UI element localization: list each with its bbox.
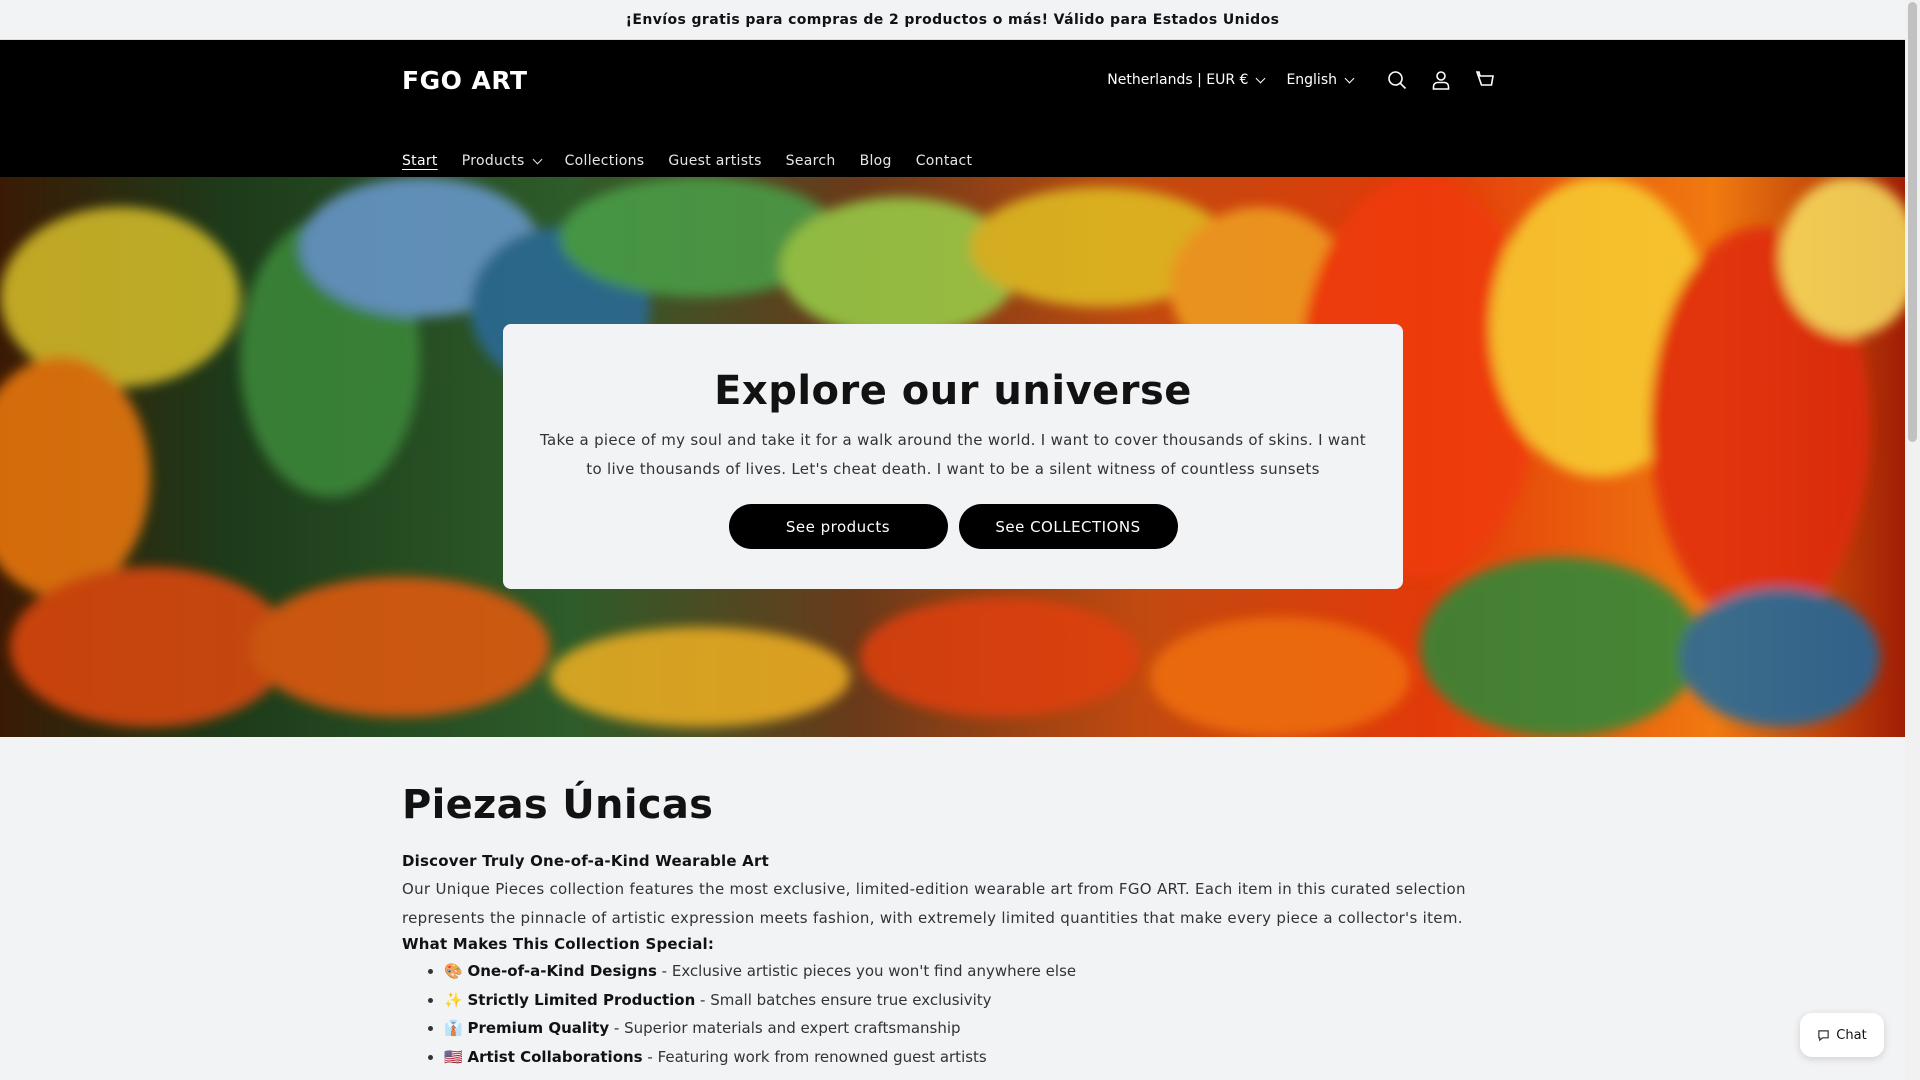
- hero-text: Take a piece of my soul and take it for …: [540, 431, 1366, 478]
- list-item: 🎨 One-of-a-Kind Designs - Exclusive arti…: [444, 957, 1502, 986]
- announcement-text: ¡Envíos gratis para compras de 2 product…: [625, 11, 1280, 28]
- us-flag-emoji-icon: 🇺🇸: [444, 1047, 463, 1066]
- announcement-bar: ¡Envíos gratis para compras de 2 product…: [0, 0, 1905, 40]
- scrollbar-thumb[interactable]: [1908, 2, 1917, 442]
- language-label: English: [1286, 72, 1337, 88]
- language-selector[interactable]: English: [1286, 72, 1355, 88]
- special-heading: What Makes This Collection Special:: [402, 935, 715, 953]
- see-products-button[interactable]: See products: [728, 504, 948, 549]
- hero-card: Explore our universe Take a piece of my …: [503, 324, 1403, 589]
- nav-item-label: Products: [461, 153, 525, 169]
- page-scrollbar[interactable]: [1905, 0, 1920, 1080]
- page: ¡Envíos gratis para compras de 2 product…: [0, 0, 1905, 1080]
- list-item: ✨ Strictly Limited Production - Small ba…: [444, 986, 1502, 1015]
- chevron-down-icon: [1344, 73, 1355, 83]
- hero-buttons: See products See COLLECTIONS: [503, 504, 1403, 549]
- nav-item-products[interactable]: Products: [461, 153, 543, 169]
- nav-item-collections[interactable]: Collections: [565, 153, 645, 169]
- palette-emoji-icon: 🎨: [444, 962, 463, 980]
- main-nav: Start Products Collections Guest artists…: [402, 153, 996, 169]
- nav-item-start[interactable]: Start: [402, 153, 438, 169]
- shirt-emoji-icon: 👔: [444, 1019, 463, 1037]
- unique-pieces-section: Piezas Únicas Discover Truly One-of-a-Ki…: [402, 782, 1502, 1071]
- feature-title: Artist Collaborations: [467, 1047, 643, 1066]
- feature-title: One-of-a-Kind Designs: [467, 962, 657, 980]
- hero-banner: Explore our universe Take a piece of my …: [0, 177, 1905, 737]
- chat-button[interactable]: Chat: [1800, 1013, 1884, 1057]
- chat-bubble-icon: [1818, 1029, 1830, 1041]
- nav-item-contact[interactable]: Contact: [916, 153, 973, 169]
- feature-desc: - Small batches ensure true exclusivity: [695, 990, 992, 1009]
- feature-desc: - Superior materials and expert craftsma…: [609, 1019, 961, 1037]
- sparkles-emoji-icon: ✨: [444, 990, 463, 1009]
- cart-icon[interactable]: [1463, 58, 1507, 102]
- country-label: Netherlands | EUR €: [1107, 72, 1249, 88]
- feature-list: 🎨 One-of-a-Kind Designs - Exclusive arti…: [402, 957, 1502, 1071]
- nav-item-guest-artists[interactable]: Guest artists: [668, 153, 761, 169]
- country-selector[interactable]: Netherlands | EUR €: [1107, 72, 1266, 88]
- list-item: 👔 Premium Quality - Superior materials a…: [444, 1014, 1502, 1043]
- feature-title: Premium Quality: [467, 1019, 610, 1037]
- list-item: 🇺🇸 Artist Collaborations - Featuring wor…: [444, 1043, 1502, 1072]
- header-utilities: Netherlands | EUR € English: [1107, 58, 1507, 102]
- logo[interactable]: FGO ART: [402, 66, 528, 95]
- hero-title: Explore our universe: [714, 368, 1192, 414]
- chevron-down-icon: [1255, 73, 1266, 83]
- section-subheading: Discover Truly One-of-a-Kind Wearable Ar…: [402, 852, 769, 870]
- site-header: FGO ART Netherlands | EUR € English Star…: [0, 40, 1905, 177]
- see-collections-button[interactable]: See COLLECTIONS: [958, 504, 1178, 549]
- chevron-down-icon: [532, 154, 543, 164]
- nav-item-blog[interactable]: Blog: [860, 153, 892, 169]
- section-title: Piezas Únicas: [402, 782, 714, 828]
- feature-desc: - Exclusive artistic pieces you won't fi…: [656, 962, 1077, 980]
- account-icon[interactable]: [1419, 58, 1463, 102]
- feature-title: Strictly Limited Production: [467, 990, 696, 1009]
- feature-desc: - Featuring work from renowned guest art…: [642, 1047, 987, 1066]
- nav-item-search[interactable]: Search: [786, 153, 836, 169]
- section-paragraph: Our Unique Pieces collection features th…: [402, 880, 1466, 927]
- search-icon[interactable]: [1375, 58, 1419, 102]
- chat-label: Chat: [1836, 1027, 1867, 1043]
